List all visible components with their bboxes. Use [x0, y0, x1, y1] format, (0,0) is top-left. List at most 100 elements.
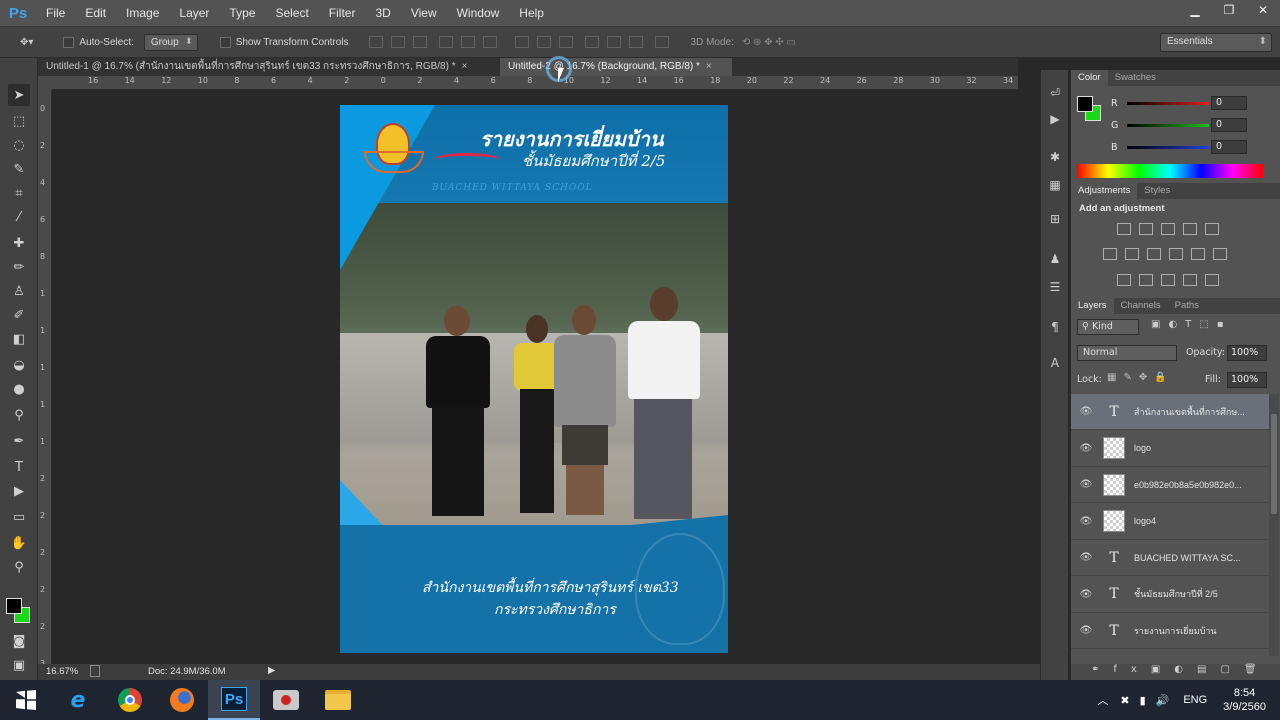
- align-bottom-icon[interactable]: [412, 36, 427, 48]
- foreground-color-swatch[interactable]: [6, 598, 22, 614]
- menu-edit[interactable]: Edit: [75, 0, 116, 26]
- crop-tool-icon[interactable]: ⌗: [8, 182, 30, 204]
- distribute-hcenter-icon[interactable]: [606, 36, 621, 48]
- brightness-icon[interactable]: [1117, 223, 1131, 235]
- photo-filter-icon[interactable]: [1169, 248, 1183, 260]
- align-left-icon[interactable]: [438, 36, 453, 48]
- paint-bucket-tool-icon[interactable]: ◒: [8, 354, 30, 376]
- layer-name[interactable]: BUACHED WITTAYA SC...: [1134, 553, 1241, 563]
- layer-filter-icons[interactable]: ▣◐T⬚▪: [1151, 319, 1232, 330]
- tab-color[interactable]: Color: [1071, 70, 1108, 86]
- blur-tool-icon[interactable]: ●: [8, 378, 30, 400]
- menu-view[interactable]: View: [401, 0, 447, 26]
- photoshop-taskbar-icon[interactable]: Ps: [208, 680, 260, 720]
- layer-name[interactable]: e0b982e0b8a5e0b982e0...: [1134, 480, 1242, 490]
- vibrance-icon[interactable]: [1205, 223, 1219, 235]
- clone-stamp-tool-icon[interactable]: ♙: [8, 280, 30, 302]
- lock-icons[interactable]: ▦✎✥🔒: [1107, 372, 1174, 383]
- dodge-tool-icon[interactable]: ⚲: [8, 404, 30, 426]
- windows-start-icon[interactable]: [0, 680, 52, 720]
- kind-filter-dropdown[interactable]: ⚲ Kind: [1077, 319, 1139, 335]
- move-tool-icon[interactable]: ➤: [8, 84, 30, 106]
- visibility-eye-icon[interactable]: 👁: [1071, 552, 1101, 563]
- layer-name[interactable]: ชั้นมัธยมศึกษาปีที่ 2/5: [1134, 587, 1218, 601]
- posterize-icon[interactable]: [1139, 274, 1153, 286]
- move-tool-icon[interactable]: ✥▾: [20, 37, 33, 48]
- green-slider[interactable]: G 0: [1111, 118, 1247, 132]
- red-slider[interactable]: R 0: [1111, 96, 1247, 110]
- blue-slider[interactable]: B 0: [1111, 140, 1247, 154]
- exposure-icon[interactable]: [1183, 223, 1197, 235]
- history-panel-icon[interactable]: ⏎: [1046, 84, 1064, 102]
- zoom-level[interactable]: 16.67%: [46, 666, 78, 677]
- tab-styles[interactable]: Styles: [1137, 183, 1177, 199]
- layers-scrollbar[interactable]: [1269, 394, 1279, 656]
- layer-row[interactable]: 👁 e0b982e0b8a5e0b982e0...: [1071, 467, 1269, 503]
- distribute-top-icon[interactable]: [514, 36, 529, 48]
- hue-saturation-icon[interactable]: [1103, 248, 1117, 260]
- layer-row[interactable]: 👁 T สำนักงานเขตพื้นที่การศึกษ...: [1071, 394, 1269, 430]
- brush-presets-icon[interactable]: ▦: [1046, 176, 1064, 194]
- levels-icon[interactable]: [1139, 223, 1153, 235]
- language-indicator[interactable]: ENG: [1183, 694, 1207, 706]
- color-spectrum[interactable]: [1077, 164, 1263, 178]
- tab-adjustments[interactable]: Adjustments: [1071, 183, 1138, 199]
- quick-select-tool-icon[interactable]: ✎: [8, 158, 30, 180]
- fg-color-chip[interactable]: [1077, 96, 1093, 112]
- minimize-button[interactable]: ▁: [1178, 0, 1212, 20]
- layers-footer-icons[interactable]: ⚭fx▣◐▤▢🗑: [1091, 664, 1271, 675]
- tab-untitled-1[interactable]: Untitled-1 @ 16.7% (สำนักงานเขตพื้นที่กา…: [38, 58, 500, 76]
- pen-tool-icon[interactable]: ✒: [8, 430, 30, 452]
- menu-3d[interactable]: 3D: [365, 0, 400, 26]
- layer-name[interactable]: logo: [1134, 443, 1151, 453]
- eyedropper-tool-icon[interactable]: ⁄: [8, 206, 30, 228]
- align-right-icon[interactable]: [482, 36, 497, 48]
- network-icon[interactable]: ✖: [1120, 694, 1129, 707]
- menu-image[interactable]: Image: [116, 0, 169, 26]
- layer-row[interactable]: 👁 logo4: [1071, 504, 1269, 540]
- tab-layers[interactable]: Layers: [1071, 298, 1114, 314]
- channel-mixer-icon[interactable]: [1191, 248, 1205, 260]
- chrome-icon[interactable]: [104, 680, 156, 720]
- visibility-eye-icon[interactable]: 👁: [1071, 589, 1101, 600]
- layer-row[interactable]: 👁 T รายงานการเยี่ยมบ้าน: [1071, 613, 1269, 649]
- actions-panel-icon[interactable]: ▶: [1046, 110, 1064, 128]
- clock[interactable]: 8:54 3/9/2560: [1223, 686, 1266, 714]
- screen-mode-icon[interactable]: ▣: [8, 654, 30, 676]
- blue-value[interactable]: 0: [1211, 140, 1247, 154]
- file-explorer-icon[interactable]: [312, 680, 364, 720]
- marquee-tool-icon[interactable]: ⬚: [8, 110, 30, 132]
- maximize-button[interactable]: ❐: [1212, 0, 1246, 20]
- zoom-tool-icon[interactable]: ⚲: [8, 556, 30, 578]
- menu-file[interactable]: File: [36, 0, 75, 26]
- tray-chevron-icon[interactable]: ︿: [1097, 692, 1108, 708]
- auto-align-icon[interactable]: [654, 36, 669, 48]
- red-value[interactable]: 0: [1211, 96, 1247, 110]
- curves-icon[interactable]: [1161, 223, 1175, 235]
- menu-layer[interactable]: Layer: [169, 0, 219, 26]
- shape-tool-icon[interactable]: ▭: [8, 506, 30, 528]
- threshold-icon[interactable]: [1161, 274, 1175, 286]
- menu-type[interactable]: Type: [219, 0, 265, 26]
- tool-presets-icon[interactable]: ♟: [1046, 250, 1064, 268]
- layer-name[interactable]: สำนักงานเขตพื้นที่การศึกษ...: [1134, 405, 1245, 419]
- visibility-eye-icon[interactable]: 👁: [1071, 625, 1101, 636]
- tab-swatches[interactable]: Swatches: [1108, 70, 1163, 86]
- align-hcenter-icon[interactable]: [460, 36, 475, 48]
- invert-icon[interactable]: [1117, 274, 1131, 286]
- clone-source-icon[interactable]: ⊞: [1046, 210, 1064, 228]
- layer-row[interactable]: 👁 T BUACHED WITTAYA SC...: [1071, 540, 1269, 576]
- transform-controls-checkbox[interactable]: [219, 36, 231, 48]
- volume-icon[interactable]: 🔊: [1156, 694, 1170, 707]
- tab-untitled-2[interactable]: Untitled-2 @ 16.7% (Background, RGB/8) *…: [500, 58, 732, 76]
- color-lookup-icon[interactable]: [1213, 248, 1227, 260]
- auto-select-dropdown[interactable]: Group: [143, 33, 198, 51]
- status-arrow-icon[interactable]: ▶: [268, 665, 275, 676]
- battery-icon[interactable]: ▮: [1140, 694, 1146, 707]
- black-white-icon[interactable]: [1147, 248, 1161, 260]
- properties-icon[interactable]: ☰: [1046, 278, 1064, 296]
- hand-tool-icon[interactable]: ✋: [8, 532, 30, 554]
- menu-select[interactable]: Select: [265, 0, 318, 26]
- visibility-eye-icon[interactable]: 👁: [1071, 516, 1101, 527]
- brush-panel-icon[interactable]: ✱: [1046, 148, 1064, 166]
